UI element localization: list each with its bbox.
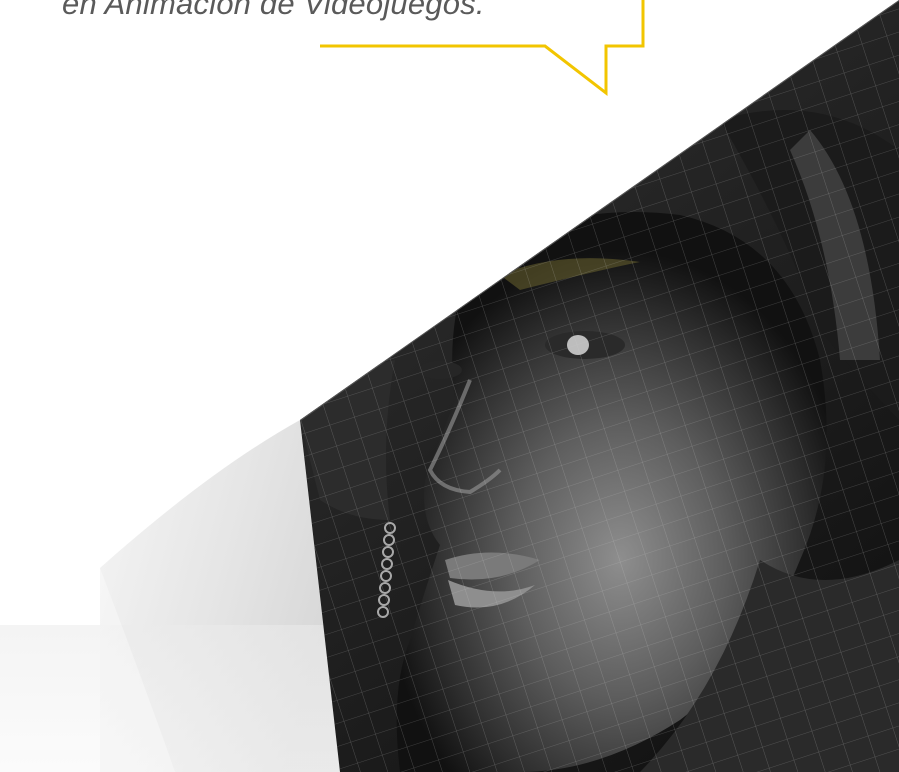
hero-image [0,0,899,772]
quote-text: en Animación de Videojuegos. [62,0,485,21]
page-container: en Animación de Videojuegos. [0,0,899,772]
